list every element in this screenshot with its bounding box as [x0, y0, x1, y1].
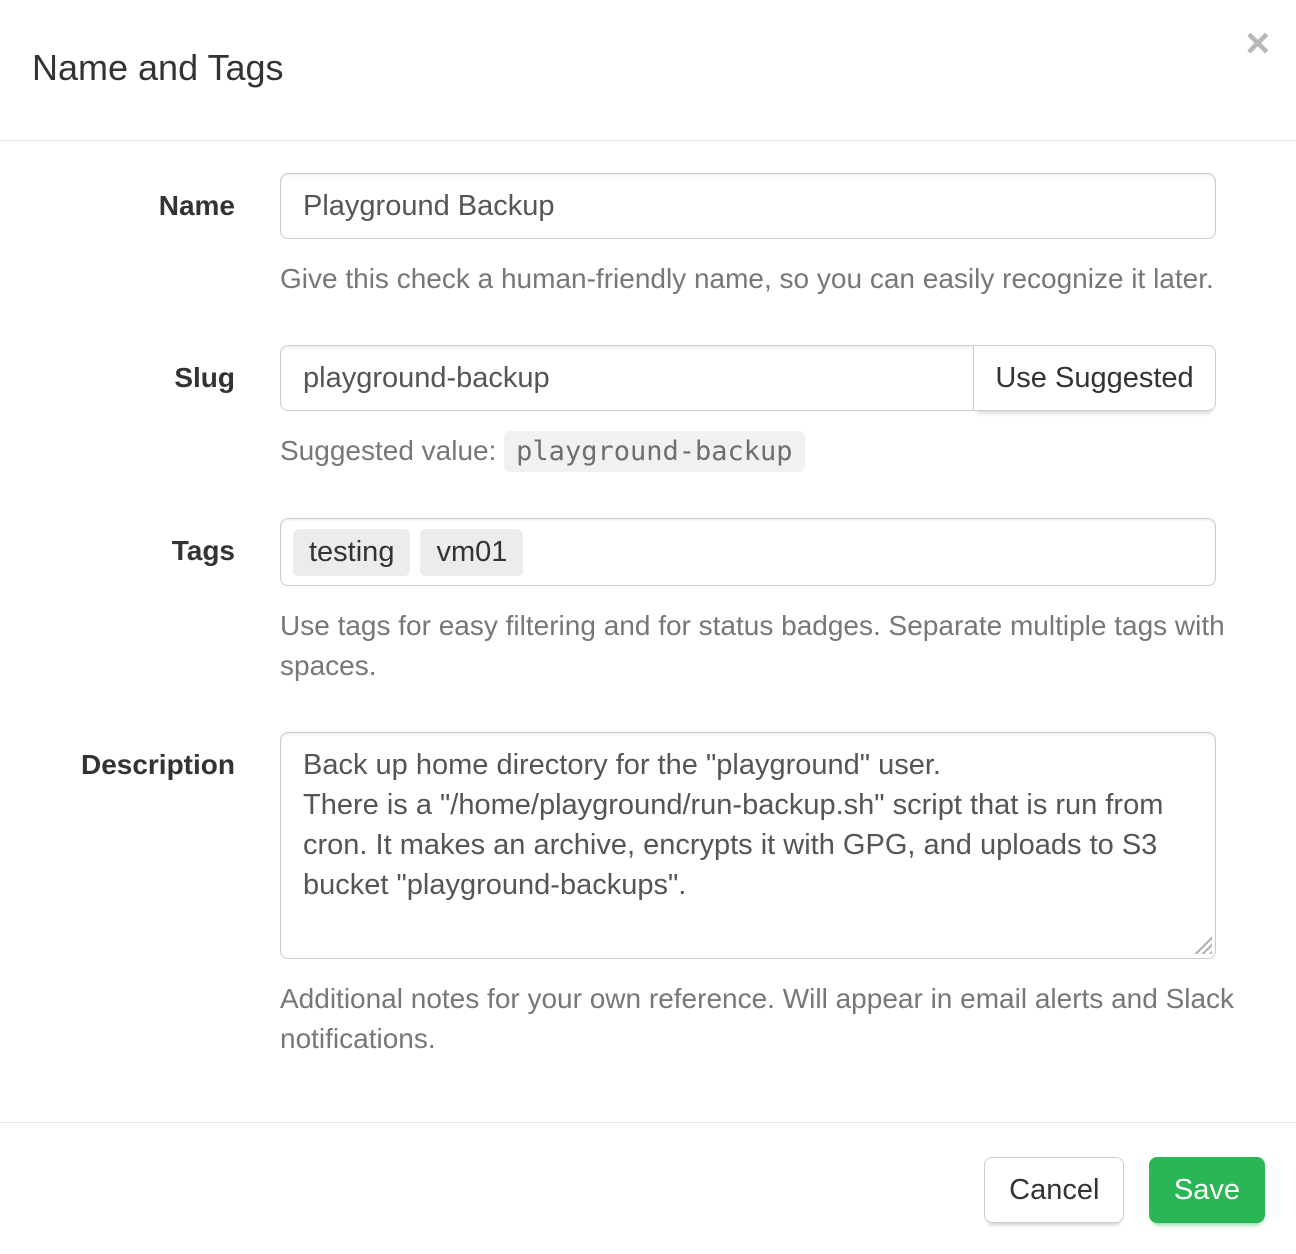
- name-help-text: Give this check a human-friendly name, s…: [280, 259, 1256, 299]
- name-field-row: Name Give this check a human-friendly na…: [32, 173, 1264, 299]
- tags-field-row: Tags testing vm01 Use tags for easy filt…: [32, 518, 1264, 686]
- close-icon[interactable]: ×: [1245, 22, 1270, 64]
- save-button[interactable]: Save: [1149, 1157, 1265, 1223]
- tag-chip[interactable]: testing: [293, 529, 410, 576]
- dialog-footer: Cancel Save: [0, 1122, 1296, 1254]
- slug-label: Slug: [32, 345, 280, 472]
- tags-label: Tags: [32, 518, 280, 686]
- name-and-tags-dialog: Name and Tags × Name Give this check a h…: [0, 0, 1296, 1254]
- tags-input[interactable]: testing vm01: [280, 518, 1216, 586]
- tag-chip[interactable]: vm01: [420, 529, 523, 576]
- slug-help-text: Suggested value: playground-backup: [280, 431, 1256, 472]
- dialog-body: Name Give this check a human-friendly na…: [0, 141, 1296, 1122]
- use-suggested-button[interactable]: Use Suggested: [973, 345, 1216, 411]
- tags-help-text: Use tags for easy filtering and for stat…: [280, 606, 1256, 686]
- slug-field-row: Slug Use Suggested Suggested value: play…: [32, 345, 1264, 472]
- name-input[interactable]: [280, 173, 1216, 239]
- suggested-value-prefix: Suggested value:: [280, 435, 496, 466]
- description-help-text: Additional notes for your own reference.…: [280, 979, 1256, 1059]
- description-label: Description: [32, 732, 280, 1059]
- name-label: Name: [32, 173, 280, 299]
- cancel-button[interactable]: Cancel: [984, 1157, 1124, 1223]
- dialog-header: Name and Tags ×: [0, 0, 1296, 141]
- slug-input[interactable]: [280, 345, 974, 411]
- dialog-title: Name and Tags: [32, 48, 1264, 88]
- description-field-row: Description Back up home directory for t…: [32, 732, 1264, 1059]
- description-textarea[interactable]: Back up home directory for the "playgrou…: [280, 732, 1216, 959]
- suggested-value-code: playground-backup: [504, 431, 804, 472]
- slug-input-group: Use Suggested: [280, 345, 1216, 411]
